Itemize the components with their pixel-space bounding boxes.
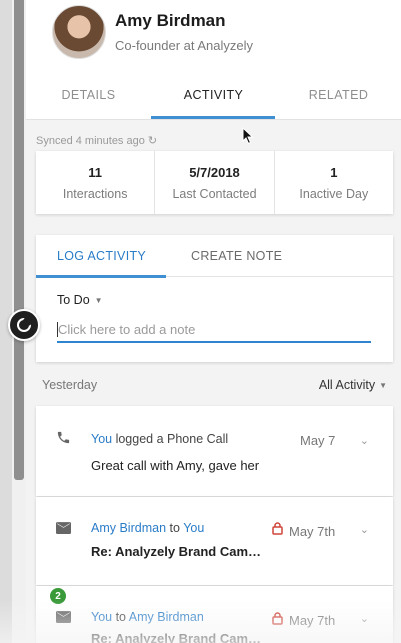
contact-panel: Amy Birdman Co-founder at Analyzely DETA…: [26, 0, 401, 643]
tab-create-note[interactable]: CREATE NOTE: [191, 249, 282, 263]
activity-date: May 7th: [289, 524, 336, 539]
scrollbar[interactable]: [14, 0, 24, 480]
count-badge: 2: [50, 588, 66, 604]
activity-filter-dropdown[interactable]: All Activity ▼: [319, 378, 387, 392]
activity-date: May 7th: [289, 613, 336, 628]
sync-status: Synced 4 minutes ago ↻: [36, 134, 157, 147]
stat-last-contacted: 5/7/2018 Last Contacted: [155, 151, 275, 214]
sync-icon[interactable]: ↻: [148, 135, 157, 147]
recipient-link[interactable]: Amy Birdman: [129, 610, 204, 624]
log-activity-card: LOG ACTIVITY CREATE NOTE To Do ▼: [36, 235, 393, 362]
divider: [26, 119, 401, 120]
log-tab-bar: LOG ACTIVITY CREATE NOTE: [36, 235, 393, 278]
actor-link[interactable]: You: [91, 432, 112, 446]
stat-label: Inactive Day: [299, 187, 369, 201]
email-subject: Re: Analyzely Brand Cam…: [91, 631, 262, 643]
filter-label: All Activity: [318, 378, 376, 392]
caret-down-icon: ▼: [94, 296, 103, 306]
sender-link[interactable]: Amy Birdman: [91, 521, 166, 535]
mail-icon: [56, 610, 71, 628]
activity-item[interactable]: You logged a Phone Call May 7 ⌄ Great ca…: [36, 406, 393, 496]
mail-icon: [56, 521, 71, 539]
activity-text: Great call with Amy, gave her: [91, 458, 260, 473]
sender-link[interactable]: You: [91, 610, 112, 624]
stat-value: 1: [330, 165, 338, 180]
note-input[interactable]: [57, 317, 371, 343]
tab-bar: DETAILS ACTIVITY RELATED: [26, 73, 401, 119]
caret-down-icon: ▼: [379, 381, 387, 391]
action-text: logged a Phone Call: [112, 432, 229, 446]
activity-date: May 7: [300, 433, 336, 448]
todo-dropdown[interactable]: To Do ▼: [57, 293, 103, 307]
lock-icon: [272, 522, 283, 540]
chevron-down-icon[interactable]: ⌄: [360, 612, 369, 625]
chevron-down-icon[interactable]: ⌄: [360, 523, 369, 536]
todo-label: To Do: [57, 293, 90, 307]
stat-inactive-day: 1 Inactive Day: [275, 151, 393, 214]
avatar: [52, 5, 106, 59]
mouse-pointer-icon: [242, 127, 254, 145]
activity-item[interactable]: 2 You to Amy Birdman May 7th ⌄ Re: Analy…: [36, 586, 393, 643]
contact-header: Amy Birdman Co-founder at Analyzely DETA…: [26, 0, 401, 120]
tab-details[interactable]: DETAILS: [26, 73, 151, 119]
stat-label: Last Contacted: [172, 187, 257, 201]
contact-role: Co-founder at Analyzely: [115, 38, 254, 53]
activity-summary: You logged a Phone Call: [91, 432, 228, 446]
log-tab-indicator: [36, 275, 166, 278]
lock-icon: [272, 612, 283, 630]
phone-icon: [56, 430, 71, 450]
activity-summary: You to Amy Birdman: [91, 610, 204, 624]
tab-log-activity[interactable]: LOG ACTIVITY: [57, 249, 146, 263]
stats-card: 11 Interactions 5/7/2018 Last Contacted …: [36, 151, 393, 214]
contact-name: Amy Birdman: [115, 11, 226, 30]
sync-status-text: Synced 4 minutes ago: [36, 135, 145, 147]
recipient-link[interactable]: You: [183, 521, 204, 535]
activity-item[interactable]: Amy Birdman to You May 7th ⌄ Re: Analyze…: [36, 497, 393, 585]
text-cursor: [57, 322, 58, 337]
activity-summary: Amy Birdman to You: [91, 521, 204, 535]
email-subject: Re: Analyzely Brand Cam…: [91, 544, 262, 559]
tab-related[interactable]: RELATED: [276, 73, 401, 119]
moon-icon: [17, 317, 32, 332]
stat-value: 11: [88, 165, 103, 180]
day-label: Yesterday: [42, 378, 98, 392]
stat-label: Interactions: [62, 187, 128, 201]
dark-mode-toggle-button[interactable]: [8, 309, 40, 341]
to-text: to: [166, 521, 184, 535]
stat-interactions: 11 Interactions: [36, 151, 156, 214]
chevron-down-icon[interactable]: ⌄: [360, 434, 369, 447]
tab-activity[interactable]: ACTIVITY: [151, 73, 276, 119]
stat-value: 5/7/2018: [189, 165, 240, 180]
to-text: to: [112, 610, 129, 624]
